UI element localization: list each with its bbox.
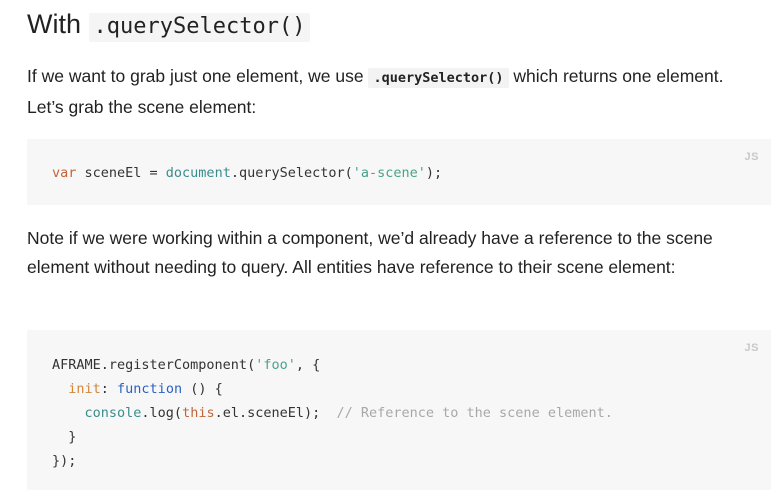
code-line: });: [52, 453, 77, 469]
token-string: 'a-scene': [352, 165, 426, 181]
code-line: console.log(this.el.sceneEl); // Referen…: [52, 401, 771, 425]
section-heading: With .querySelector(): [27, 6, 311, 45]
token-variable: sceneEl =: [76, 165, 166, 181]
token-function: function: [117, 381, 183, 397]
token-init: init: [68, 381, 101, 397]
code-line: var sceneEl = document.querySelector('a-…: [52, 161, 771, 185]
heading-prefix: With: [27, 9, 89, 39]
code-line: }: [52, 429, 77, 445]
code-block-component[interactable]: JS AFRAME.registerComponent('foo', { ini…: [27, 330, 771, 490]
token-log: .log(: [141, 405, 183, 421]
inline-code-queryselector: .querySelector(): [368, 68, 509, 88]
code-line: AFRAME.registerComponent('foo', {: [52, 353, 771, 377]
token-colon: :: [100, 381, 118, 397]
token-comment: // Reference to the scene element.: [336, 405, 613, 421]
para1-before: If we want to grab just one element, we …: [27, 66, 369, 86]
heading-code: .querySelector(): [88, 13, 311, 42]
token-call: .querySelector(: [230, 165, 353, 181]
code-line: init: function () {: [52, 377, 771, 401]
token-console: console: [84, 405, 142, 421]
component-note-paragraph: Note if we were working within a compone…: [27, 228, 713, 277]
token-end: );: [425, 165, 443, 181]
code-language-badge: JS: [744, 342, 759, 354]
token-string: 'foo': [255, 357, 296, 373]
code-language-badge: JS: [744, 151, 759, 163]
code-block-scene-query[interactable]: JS var sceneEl = document.querySelector(…: [27, 139, 771, 205]
token-this: this: [182, 405, 215, 421]
intro-paragraph: If we want to grab just one element, we …: [27, 62, 757, 122]
token-member: .el.sceneEl);: [214, 405, 337, 421]
token-keyword-var: var: [52, 165, 77, 181]
token-brace: , {: [295, 357, 321, 373]
token-register: AFRAME.registerComponent(: [52, 357, 256, 373]
token-document: document: [165, 165, 231, 181]
token-params: () {: [182, 381, 223, 397]
